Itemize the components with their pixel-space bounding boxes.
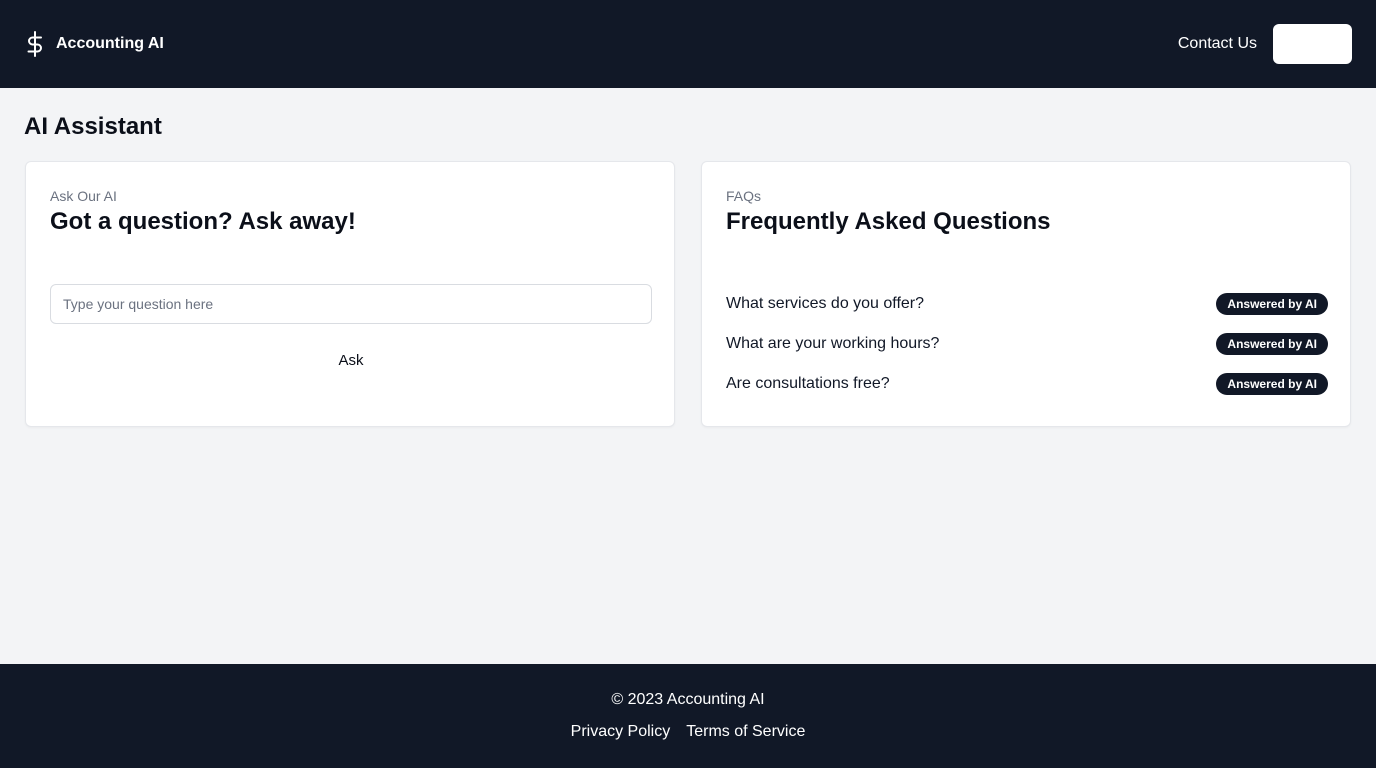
ask-card-eyebrow: Ask Our AI xyxy=(50,188,117,204)
faq-card: FAQs Frequently Asked Questions What ser… xyxy=(701,161,1351,427)
ask-button[interactable]: Ask xyxy=(50,340,652,380)
faq-card-eyebrow: FAQs xyxy=(726,188,762,204)
faq-item[interactable]: Are consultations free? Answered by AI xyxy=(726,364,1328,404)
faq-question: Are consultations free? xyxy=(726,375,890,392)
page-title: AI Assistant xyxy=(24,113,162,140)
nav-actions: Contact Us xyxy=(1178,24,1352,64)
faq-card-title: Frequently Asked Questions xyxy=(726,208,1051,235)
answered-badge: Answered by AI xyxy=(1216,373,1328,395)
terms-of-service-link[interactable]: Terms of Service xyxy=(686,723,805,741)
brand-name: Accounting AI xyxy=(56,35,164,52)
answered-badge: Answered by AI xyxy=(1216,333,1328,355)
copyright-text: © 2023 Accounting AI xyxy=(611,691,765,708)
faq-item[interactable]: What are your working hours? Answered by… xyxy=(726,324,1328,364)
faq-item[interactable]: What services do you offer? Answered by … xyxy=(726,284,1328,324)
faq-question: What services do you offer? xyxy=(726,295,925,312)
faq-list: What services do you offer? Answered by … xyxy=(726,284,1328,404)
brand[interactable]: Accounting AI xyxy=(24,31,164,57)
ask-ai-card: Ask Our AI Got a question? Ask away! Ask xyxy=(25,161,675,427)
answered-badge: Answered by AI xyxy=(1216,293,1328,315)
footer-links: Privacy Policy Terms of Service xyxy=(0,723,1376,741)
dollar-icon xyxy=(24,31,46,57)
header-action-button[interactable] xyxy=(1273,24,1352,64)
footer: © 2023 Accounting AI Privacy Policy Term… xyxy=(0,664,1376,768)
ask-card-title: Got a question? Ask away! xyxy=(50,208,356,235)
faq-question: What are your working hours? xyxy=(726,335,940,352)
privacy-policy-link[interactable]: Privacy Policy xyxy=(571,723,671,741)
top-navbar: Accounting AI Contact Us xyxy=(0,0,1376,88)
contact-us-link[interactable]: Contact Us xyxy=(1178,35,1257,53)
question-input[interactable] xyxy=(50,284,652,324)
